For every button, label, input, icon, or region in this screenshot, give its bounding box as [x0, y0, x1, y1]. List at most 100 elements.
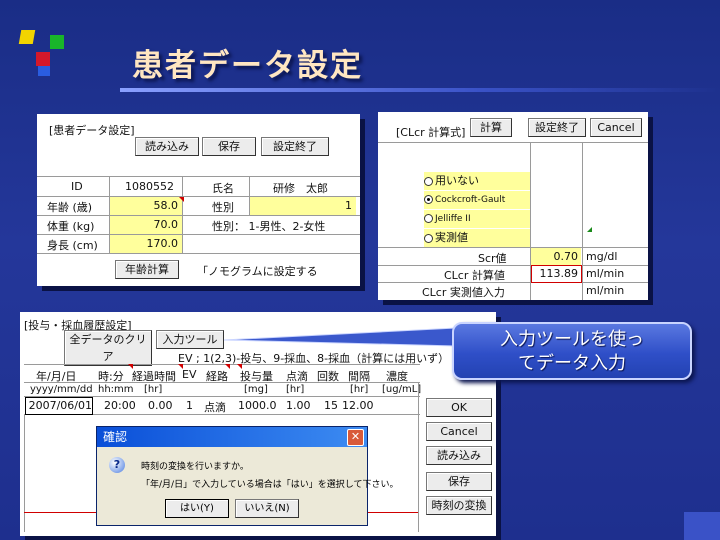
- col-header-count: 回数: [317, 370, 339, 383]
- dialog-title: 確認: [103, 430, 128, 444]
- col-header-elapsed: 経過時間: [132, 370, 176, 383]
- row-dose[interactable]: 1000.0: [238, 399, 277, 412]
- scr-unit: mg/dl: [586, 250, 618, 263]
- nomogram-option[interactable]: 「ノモグラムに設定する: [197, 263, 318, 279]
- grid-line: [378, 247, 648, 248]
- height-value[interactable]: 170.0: [110, 235, 182, 253]
- id-value[interactable]: 1080552: [125, 180, 174, 193]
- grid-line: [378, 282, 648, 283]
- row-route[interactable]: 点滴: [204, 399, 226, 415]
- question-icon: ?: [109, 457, 125, 473]
- unit-time: hh:mm: [98, 384, 134, 395]
- ok-button[interactable]: OK: [426, 398, 492, 417]
- col-header-conc: 濃度: [386, 370, 408, 383]
- close-icon[interactable]: ✕: [347, 429, 364, 446]
- row-time[interactable]: 20:00: [104, 399, 136, 412]
- clcr-option-none[interactable]: 用いない: [424, 172, 530, 190]
- calc-button[interactable]: 計算: [470, 118, 512, 137]
- grid-line: [37, 234, 360, 235]
- clcr-panel: [CLcr 計算式] 計算 設定終了 Cancel 用いない Cockcroft…: [378, 112, 648, 300]
- patient-data-panel: [患者データ設定] 読み込み 保存 設定終了 ID 1080552 氏名 研修 …: [37, 114, 360, 286]
- grid-line: [37, 215, 360, 216]
- sex-label: 性別: [212, 201, 234, 214]
- table-border: [24, 414, 25, 532]
- grid-line: [37, 176, 360, 177]
- clcr-measured-value[interactable]: [531, 283, 581, 299]
- unit-interval: [hr]: [350, 384, 369, 395]
- row-elapsed[interactable]: 0.00: [148, 399, 173, 412]
- radio-icon: [424, 233, 433, 243]
- logo-cube-red: [36, 52, 50, 66]
- age-calc-button[interactable]: 年齢計算: [115, 260, 179, 279]
- finish-button[interactable]: 設定終了: [261, 137, 329, 156]
- table-border: [418, 382, 419, 532]
- scr-label: Scr値: [478, 252, 507, 265]
- option-label: 用いない: [435, 174, 479, 187]
- clcr-measured-unit: ml/min: [586, 284, 625, 297]
- logo-cube-blue: [38, 66, 50, 76]
- radio-icon: [424, 176, 433, 186]
- col-header-interval: 間隔: [348, 370, 370, 383]
- callout-line-2: てデータ入力: [518, 353, 626, 374]
- logo-cube-yellow: [18, 30, 36, 44]
- dosing-save-button[interactable]: 保存: [426, 472, 492, 491]
- clcr-option-measured[interactable]: 実測値: [424, 229, 530, 247]
- yes-button[interactable]: はい(Y): [165, 499, 229, 518]
- weight-value[interactable]: 70.0: [110, 216, 182, 234]
- grid-line: [582, 142, 583, 300]
- clcr-measured-label: CLcr 実測値入力: [422, 286, 505, 299]
- comment-marker: [225, 364, 230, 369]
- row-interval[interactable]: 12.00: [342, 399, 374, 412]
- save-button[interactable]: 保存: [202, 137, 256, 156]
- option-label: 実測値: [435, 231, 468, 244]
- dosing-cancel-button[interactable]: Cancel: [426, 422, 492, 441]
- clear-all-button[interactable]: 全データのクリア: [64, 330, 152, 366]
- confirm-dialog: 確認 ✕ ? 時刻の変換を行いますか。 「年/月/日」で入力している場合は「はい…: [96, 426, 399, 526]
- logo-cube-green: [50, 35, 64, 49]
- row-date[interactable]: 2007/06/01: [25, 397, 93, 415]
- grid-line: [37, 253, 360, 254]
- unit-infusion: [hr]: [286, 384, 305, 395]
- col-header-infusion: 点滴: [286, 370, 308, 383]
- unit-dose: [mg]: [244, 384, 268, 395]
- dosing-load-button[interactable]: 読み込み: [426, 446, 492, 465]
- clcr-option-cockcroft[interactable]: Cockcroft-Gault: [424, 191, 530, 209]
- comment-marker: [178, 364, 183, 369]
- dialog-titlebar: 確認 ✕: [97, 427, 367, 447]
- radio-selected-icon: [424, 195, 433, 204]
- clcr-calc-label: CLcr 計算値: [444, 269, 505, 282]
- col-header-route: 経路: [206, 370, 228, 383]
- name-value[interactable]: 研修 太郎: [273, 180, 328, 196]
- age-label: 年齢 (歳): [47, 201, 93, 214]
- no-button[interactable]: いいえ(N): [235, 499, 299, 518]
- comment-marker: [128, 364, 133, 369]
- load-button[interactable]: 読み込み: [135, 137, 199, 156]
- col-header-dose: 投与量: [240, 370, 273, 383]
- clcr-finish-button[interactable]: 設定終了: [528, 118, 586, 137]
- scr-value[interactable]: 0.70: [531, 248, 581, 265]
- sex-value[interactable]: 1: [250, 197, 356, 215]
- callout-balloon: 入力ツールを使っ てデータ入力: [452, 322, 692, 380]
- row-infusion[interactable]: 1.00: [286, 399, 311, 412]
- grid-line: [378, 142, 648, 143]
- comment-marker: [179, 197, 184, 202]
- clcr-calc-unit: ml/min: [586, 267, 625, 280]
- id-label: ID: [71, 180, 83, 193]
- weight-label: 体重 (kg): [47, 220, 95, 233]
- input-tool-button[interactable]: 入力ツール: [156, 330, 224, 349]
- clcr-option-jelliffe[interactable]: Jelliffe II: [424, 210, 530, 228]
- callout-line-1: 入力ツールを使っ: [500, 329, 644, 350]
- comment-marker: [237, 364, 242, 369]
- slide-title: 患者データ設定: [132, 48, 363, 84]
- unit-conc: [ug/mL]: [382, 384, 422, 395]
- clcr-cancel-button[interactable]: Cancel: [590, 118, 642, 137]
- row-ev[interactable]: 1: [186, 399, 193, 412]
- col-header-time: 時:分: [98, 370, 124, 383]
- callout-pointer-shape: [223, 327, 457, 347]
- clcr-header: [CLcr 計算式]: [396, 126, 466, 139]
- grid-line: [24, 364, 420, 365]
- callout-pointer: [223, 327, 457, 347]
- row-count[interactable]: 15: [324, 399, 338, 412]
- age-value[interactable]: 58.0: [110, 197, 182, 215]
- time-convert-button[interactable]: 時刻の変換: [426, 496, 492, 515]
